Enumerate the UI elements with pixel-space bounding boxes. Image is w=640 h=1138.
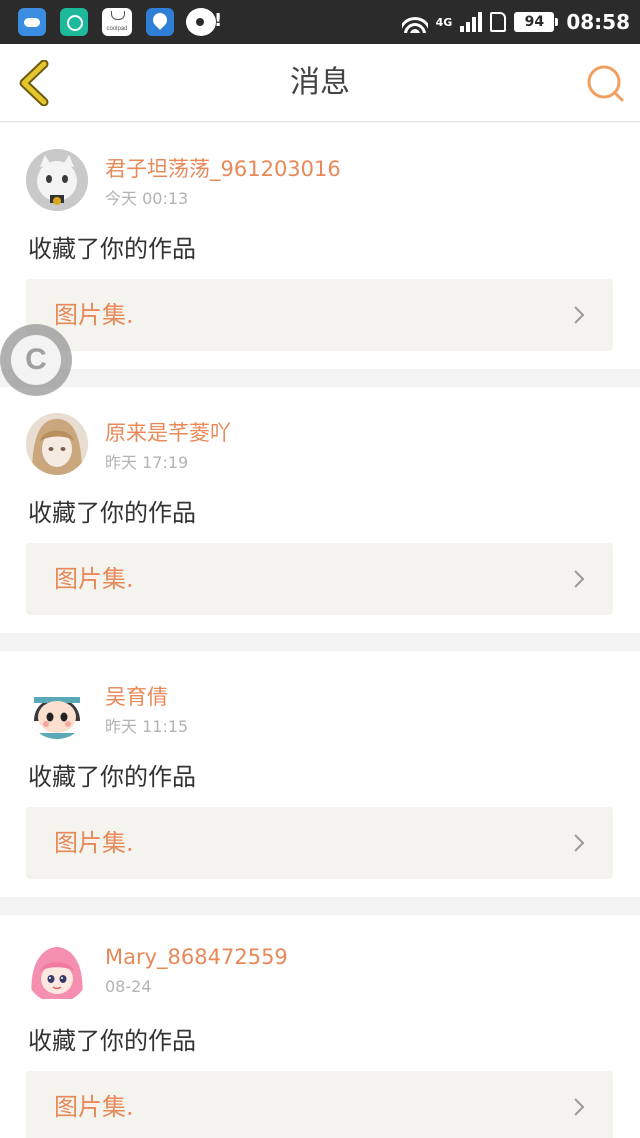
action-text: 收藏了你的作品 [28,1027,196,1055]
music-player-icon [186,8,216,36]
chevron-right-icon [574,306,585,324]
pink-hair-girl-avatar-icon [26,941,88,1003]
work-link[interactable]: 图片集. [26,279,613,351]
weather-app-icon [18,8,46,36]
action-text: 收藏了你的作品 [28,235,196,263]
notification-card: 原来是芊菱吖 昨天 17:19 收藏了你的作品 图片集. [0,387,640,633]
status-time: 08:58 [566,10,630,34]
page-title: 消息 [290,65,350,100]
floating-assist-button[interactable]: C [0,324,72,396]
notification-card: 君子坦荡荡_961203016 今天 00:13 收藏了你的作品 图片集. [0,123,640,369]
sim-card-icon [490,12,507,32]
work-title: 图片集. [54,565,134,593]
floating-button-inner: C [11,335,61,385]
chevron-right-icon [574,1098,585,1116]
work-title: 图片集. [54,1093,134,1121]
anime-girl-avatar-icon [26,413,88,475]
network-type: 4G [435,15,453,29]
avatar[interactable] [26,677,88,739]
timestamp: 昨天 17:19 [105,453,189,472]
wifi-icon [401,11,428,33]
white-cat-avatar-icon [26,149,88,211]
avatar[interactable] [26,413,88,475]
work-title: 图片集. [54,829,134,857]
notification-list[interactable]: 君子坦荡荡_961203016 今天 00:13 收藏了你的作品 图片集. 原来… [0,123,640,1138]
search-icon [587,65,624,102]
search-button[interactable] [584,62,626,104]
battery-indicator: 94 [514,12,559,32]
nav-header: 消息 [0,44,640,122]
username[interactable]: 君子坦荡荡_961203016 [105,153,341,183]
floating-button-label: C [25,343,47,376]
timestamp: 昨天 11:15 [105,717,189,736]
alert-icon: ! [214,10,223,31]
avatar[interactable] [26,941,88,1003]
work-link[interactable]: 图片集. [26,1071,613,1138]
coolpad-store-icon: coolpad [102,8,132,36]
rain-weather-icon [146,8,174,36]
status-bar: coolpad ! 4G 94 08:58 [0,0,640,44]
action-text: 收藏了你的作品 [28,499,196,527]
username[interactable]: 吴育倩 [105,681,168,711]
username[interactable]: 原来是芊菱吖 [105,417,231,447]
notification-card: Mary_868472559 08-24 收藏了你的作品 图片集. [0,915,640,1138]
notification-card: 吴育倩 昨天 11:15 收藏了你的作品 图片集. [0,651,640,897]
coolpad-label: coolpad [106,26,128,32]
chevron-right-icon [574,570,585,588]
work-link[interactable]: 图片集. [26,543,613,615]
timestamp: 今天 00:13 [105,189,189,208]
work-link[interactable]: 图片集. [26,807,613,879]
username[interactable]: Mary_868472559 [105,945,288,969]
action-text: 收藏了你的作品 [28,763,196,791]
update-app-icon [60,8,88,36]
cartoon-boy-avatar-icon [26,677,88,739]
chevron-right-icon [574,834,585,852]
timestamp: 08-24 [105,977,152,996]
avatar[interactable] [26,149,88,211]
signal-icon [460,12,483,32]
